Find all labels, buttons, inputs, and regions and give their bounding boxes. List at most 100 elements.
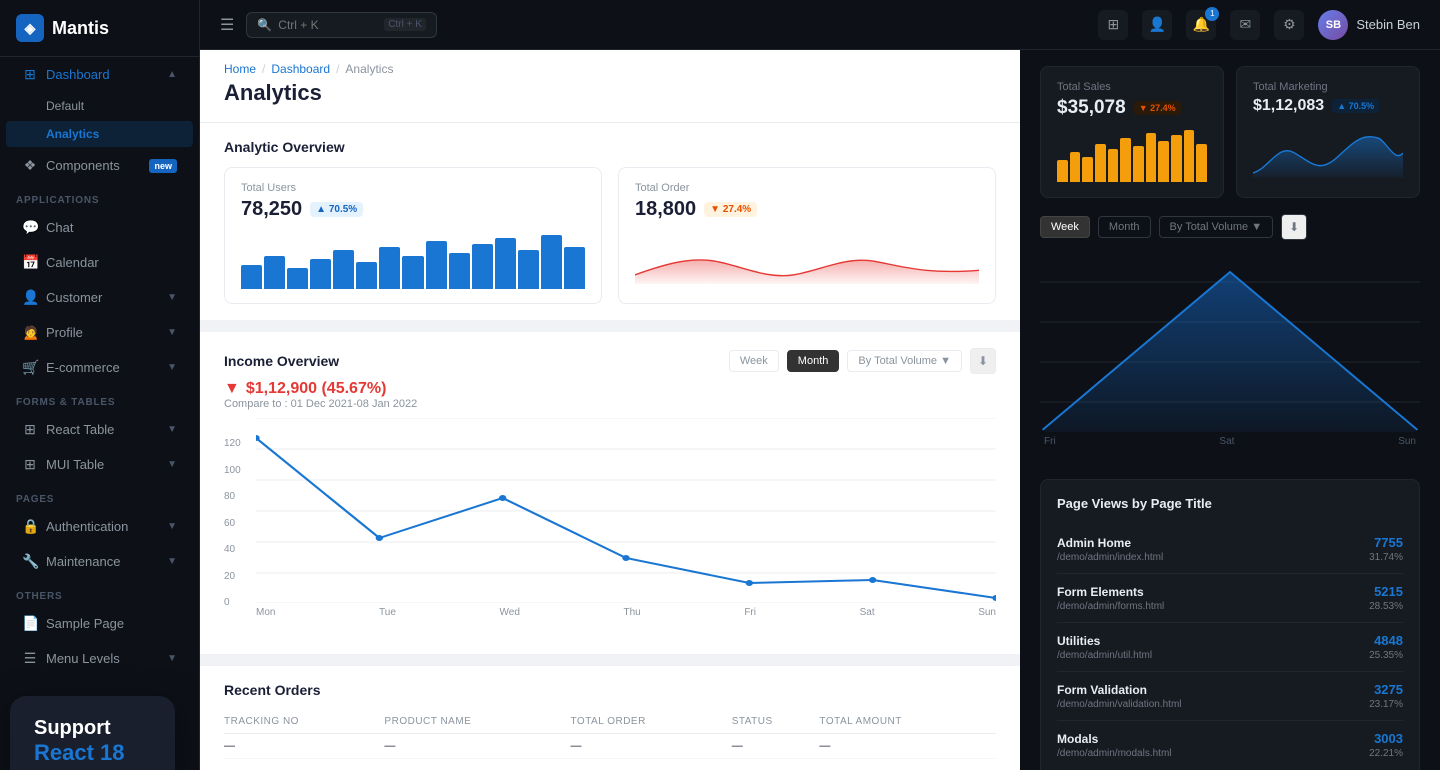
notification-icon-btn[interactable]: 🔔 1 bbox=[1186, 10, 1216, 40]
dark-tab-week[interactable]: Week bbox=[1040, 216, 1090, 238]
breadcrumb-home[interactable]: Home bbox=[224, 62, 256, 76]
tab-week[interactable]: Week bbox=[729, 350, 779, 372]
app-name: Mantis bbox=[52, 18, 109, 39]
income-title: Income Overview bbox=[224, 353, 339, 369]
dark-volume-selector[interactable]: By Total Volume ▼ bbox=[1159, 216, 1274, 238]
logo: ◈ Mantis bbox=[0, 0, 199, 57]
page-title: Analytics bbox=[224, 80, 996, 106]
bar bbox=[379, 247, 400, 289]
col-tracking: TRACKING NO bbox=[224, 710, 384, 734]
income-value: $1,12,900 (45.67%) bbox=[246, 380, 387, 398]
sidebar-item-ecommerce[interactable]: 🛒 E-commerce ▼ bbox=[6, 351, 193, 384]
sidebar-item-profile[interactable]: 🙍 Profile ▼ bbox=[6, 316, 193, 349]
pv-name-5: Modals bbox=[1057, 732, 1098, 746]
bar bbox=[564, 247, 585, 289]
profile-icon: 🙍 bbox=[22, 324, 38, 341]
chat-icon: 💬 bbox=[22, 219, 38, 236]
sidebar-item-authentication[interactable]: 🔒 Authentication ▼ bbox=[6, 510, 193, 543]
header-right: ⊞ 👤 🔔 1 ✉ ⚙ SB Stebin Ben bbox=[1098, 10, 1420, 40]
user-icon-btn[interactable]: 👤 bbox=[1142, 10, 1172, 40]
support-line2: React 18 bbox=[34, 740, 151, 766]
bar bbox=[541, 235, 562, 289]
search-input[interactable] bbox=[278, 18, 378, 32]
pv-item-3: Utilities 4848 /demo/admin/util.html 25.… bbox=[1057, 623, 1403, 672]
chevron-icon: ▼ bbox=[167, 556, 177, 567]
download-button[interactable]: ⬇ bbox=[970, 348, 996, 374]
bar bbox=[1184, 130, 1195, 182]
income-amount: ▼ $1,12,900 (45.67%) bbox=[224, 380, 996, 398]
support-line1: Support bbox=[34, 716, 151, 740]
sidebar-label-menu-levels: Menu Levels bbox=[46, 651, 120, 666]
settings-icon-btn[interactable]: ⚙ bbox=[1274, 10, 1304, 40]
sidebar-item-chat[interactable]: 💬 Chat bbox=[6, 211, 193, 244]
sidebar-item-calendar[interactable]: 📅 Calendar bbox=[6, 246, 193, 279]
sidebar-item-sample[interactable]: 📄 Sample Page bbox=[6, 607, 193, 640]
bar bbox=[356, 262, 377, 289]
mail-icon-btn[interactable]: ✉ bbox=[1230, 10, 1260, 40]
dark-tab-month[interactable]: Month bbox=[1098, 216, 1151, 238]
pv-url-5: /demo/admin/modals.html bbox=[1057, 748, 1172, 759]
bar bbox=[1120, 138, 1131, 182]
col-amount: TOTAL AMOUNT bbox=[819, 710, 996, 734]
content-wrapper: Home / Dashboard / Analytics Analytics A… bbox=[200, 50, 1440, 770]
ecommerce-icon: 🛒 bbox=[22, 359, 38, 376]
components-icon: ❖ bbox=[22, 157, 38, 174]
grid-icon-btn[interactable]: ⊞ bbox=[1098, 10, 1128, 40]
sidebar-item-analytics[interactable]: Analytics bbox=[6, 121, 193, 147]
sidebar-label-customer: Customer bbox=[46, 290, 102, 305]
bar bbox=[518, 250, 539, 289]
income-header: Income Overview Week Month By Total Volu… bbox=[224, 348, 996, 374]
pv-item-4: Form Validation 3275 /demo/admin/validat… bbox=[1057, 672, 1403, 721]
support-toast[interactable]: Support React 18 bbox=[10, 696, 175, 770]
recent-orders-section: Recent Orders TRACKING NO PRODUCT NAME T… bbox=[200, 666, 1020, 770]
dark-stat-card-sales: Total Sales $35,078 ▼ 27.4% bbox=[1040, 66, 1224, 198]
tab-month[interactable]: Month bbox=[787, 350, 840, 372]
bar bbox=[310, 259, 331, 289]
content-right: Total Sales $35,078 ▼ 27.4% bbox=[1020, 50, 1440, 770]
dark-download-button[interactable]: ⬇ bbox=[1281, 214, 1307, 240]
sidebar-item-react-table[interactable]: ⊞ React Table ▼ bbox=[6, 413, 193, 446]
pv-count-5: 3003 bbox=[1374, 731, 1403, 746]
calendar-icon: 📅 bbox=[22, 254, 38, 271]
bar bbox=[1171, 135, 1182, 182]
pv-item-2: Form Elements 5215 /demo/admin/forms.htm… bbox=[1057, 574, 1403, 623]
stat-value-orders: 18,800 bbox=[635, 198, 696, 221]
bar bbox=[1133, 146, 1144, 182]
stat-value-row-orders: 18,800 ▼ 27.4% bbox=[635, 198, 979, 221]
sidebar-label-sample: Sample Page bbox=[46, 616, 124, 631]
sidebar-item-components[interactable]: ❖ Components new bbox=[6, 149, 193, 182]
dark-label-marketing: Total Marketing bbox=[1253, 81, 1403, 93]
breadcrumb-dashboard[interactable]: Dashboard bbox=[271, 62, 330, 76]
hamburger-icon[interactable]: ☰ bbox=[220, 15, 234, 35]
volume-selector[interactable]: By Total Volume ▼ bbox=[847, 350, 962, 372]
auth-icon: 🔒 bbox=[22, 518, 38, 535]
user-avatar-pill[interactable]: SB Stebin Ben bbox=[1318, 10, 1420, 40]
sidebar-item-mui-table[interactable]: ⊞ MUI Table ▼ bbox=[6, 448, 193, 481]
sidebar-item-dashboard[interactable]: ⊞ Dashboard ▲ bbox=[6, 58, 193, 91]
sidebar-item-default[interactable]: Default bbox=[6, 93, 193, 119]
stat-badge-orders: ▼ 27.4% bbox=[704, 202, 757, 217]
content-left: Home / Dashboard / Analytics Analytics A… bbox=[200, 50, 1020, 770]
user-name: Stebin Ben bbox=[1356, 17, 1420, 32]
stat-label-orders: Total Order bbox=[635, 182, 979, 194]
stat-card-orders: Total Order 18,800 ▼ 27.4% bbox=[618, 167, 996, 304]
section-pages: Pages bbox=[0, 482, 199, 509]
chevron-icon: ▼ bbox=[167, 459, 177, 470]
col-status: STATUS bbox=[732, 710, 820, 734]
chevron-icon: ▼ bbox=[167, 424, 177, 435]
cards-row: Total Users 78,250 ▲ 70.5% bbox=[200, 167, 1020, 320]
chevron-icon: ▼ bbox=[167, 653, 177, 664]
breadcrumb-bar: Home / Dashboard / Analytics bbox=[200, 50, 1020, 76]
sidebar-item-customer[interactable]: 👤 Customer ▼ bbox=[6, 281, 193, 314]
pv-name-2: Form Elements bbox=[1057, 585, 1144, 599]
chevron-icon: ▼ bbox=[167, 292, 177, 303]
orders-title: Recent Orders bbox=[224, 682, 996, 698]
chevron-icon: ▼ bbox=[167, 521, 177, 532]
sidebar-item-maintenance[interactable]: 🔧 Maintenance ▼ bbox=[6, 545, 193, 578]
stat-badge-users: ▲ 70.5% bbox=[310, 202, 363, 217]
search-box[interactable]: 🔍 Ctrl + K bbox=[246, 12, 437, 38]
sample-icon: 📄 bbox=[22, 615, 38, 632]
dark-label-sales: Total Sales bbox=[1057, 81, 1207, 93]
income-overview-section: Income Overview Week Month By Total Volu… bbox=[200, 332, 1020, 654]
sidebar-item-menu-levels[interactable]: ☰ Menu Levels ▼ bbox=[6, 642, 193, 675]
